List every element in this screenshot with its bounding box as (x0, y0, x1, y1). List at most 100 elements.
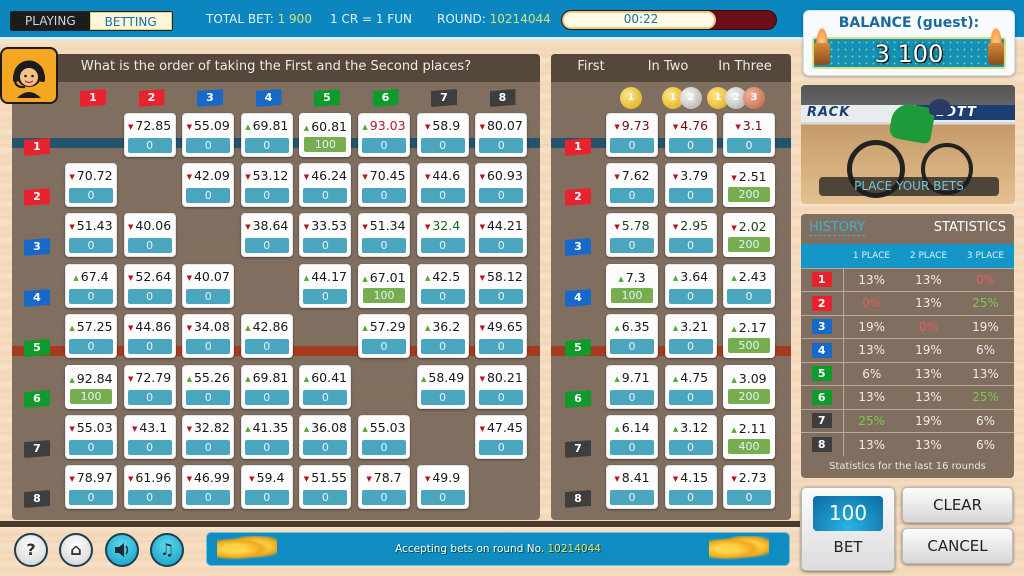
exacta-cell-3-7[interactable]: ▼ 32.4 0 (416, 213, 469, 257)
exacta-cell-8-5[interactable]: ▼ 51.55 0 (299, 465, 352, 509)
cancel-button[interactable]: CANCEL (902, 528, 1013, 564)
place-cell-2-3[interactable]: ▼ 2.51 200 (723, 163, 775, 207)
place-cell-2-2[interactable]: ▼ 3.79 0 (664, 163, 717, 207)
tab-statistics[interactable]: STATISTICS (934, 220, 1006, 235)
place-cell-2-1[interactable]: ▼ 7.62 0 (606, 163, 658, 207)
exacta-cell-2-7[interactable]: ▼ 44.6 0 (416, 163, 469, 207)
exacta-cell-1-4[interactable]: ▲ 69.81 0 (240, 113, 293, 157)
place-cell-3-2[interactable]: ▼ 2.95 0 (664, 213, 717, 257)
exacta-cell-8-2[interactable]: ▼ 61.96 0 (123, 465, 176, 509)
exacta-cell-1-2[interactable]: ▼ 72.85 0 (123, 113, 176, 157)
exacta-cell-6-2[interactable]: ▼ 72.79 0 (123, 365, 176, 409)
exacta-cell-3-4[interactable]: ▼ 38.64 0 (240, 213, 293, 257)
place-cell-6-3[interactable]: ▲ 3.09 200 (723, 365, 775, 409)
mode-switch[interactable]: PLAYING BETTING (10, 11, 173, 31)
place-cell-1-3[interactable]: ▼ 3.1 0 (723, 113, 775, 157)
exacta-cell-4-7[interactable]: ▲ 42.5 0 (416, 264, 469, 308)
exacta-cell-8-4[interactable]: ▼ 59.4 0 (240, 465, 293, 509)
home-button[interactable]: ⌂ (59, 533, 93, 567)
exacta-cell-8-3[interactable]: ▼ 46.99 0 (182, 465, 235, 509)
exacta-cell-5-6[interactable]: ▲ 57.29 0 (358, 314, 410, 358)
exacta-cell-6-8[interactable]: ▼ 80.21 0 (475, 365, 528, 409)
exacta-cell-7-3[interactable]: ▼ 32.82 0 (182, 415, 235, 459)
place-cell-4-3[interactable]: ▲ 2.43 0 (723, 264, 775, 308)
exacta-cell-1-7[interactable]: ▼ 58.9 0 (416, 113, 469, 157)
place-cell-8-3[interactable]: ▼ 2.73 0 (723, 465, 775, 509)
exacta-cell-4-6[interactable]: ▲ 67.01 100 (358, 264, 410, 308)
stake-amount: 0 (127, 440, 172, 455)
place-cell-4-2[interactable]: ▲ 3.64 0 (664, 264, 717, 308)
place-cell-5-3[interactable]: ▲ 2.17 500 (723, 314, 775, 358)
exacta-cell-2-4[interactable]: ▼ 53.12 0 (240, 163, 293, 207)
odds-number: 2.02 (738, 219, 767, 234)
exacta-cell-6-7[interactable]: ▲ 58.49 0 (416, 365, 469, 409)
exacta-cell-5-7[interactable]: ▲ 36.2 0 (416, 314, 469, 358)
stake-amount: 0 (727, 490, 771, 505)
exacta-cell-4-2[interactable]: ▼ 52.64 0 (123, 264, 176, 308)
exacta-cell-7-2[interactable]: ▼ 43.1 0 (123, 415, 176, 459)
exacta-cell-5-8[interactable]: ▼ 49.65 0 (475, 314, 528, 358)
trend-down-icon: ▼ (366, 474, 372, 483)
place-cell-5-2[interactable]: ▲ 3.21 0 (664, 314, 717, 358)
place-cell-3-3[interactable]: ▼ 2.02 200 (723, 213, 775, 257)
exacta-cell-3-6[interactable]: ▼ 51.34 0 (358, 213, 410, 257)
mode-betting[interactable]: BETTING (89, 12, 172, 30)
music-button[interactable]: ♫ (150, 533, 184, 567)
exacta-cell-3-5[interactable]: ▼ 33.53 0 (299, 213, 352, 257)
exacta-cell-3-8[interactable]: ▼ 44.21 0 (475, 213, 528, 257)
exacta-cell-7-6[interactable]: ▲ 55.03 0 (358, 415, 410, 459)
exacta-cell-5-1[interactable]: ▲ 57.25 0 (65, 314, 117, 358)
support-avatar-icon[interactable] (0, 47, 58, 104)
clear-button[interactable]: CLEAR (902, 487, 1013, 523)
exacta-cell-4-5[interactable]: ▲ 44.17 0 (299, 264, 352, 308)
tab-history[interactable]: HISTORY (809, 220, 866, 236)
exacta-cell-1-5[interactable]: ▲ 60.81 100 (299, 113, 352, 157)
exacta-cell-5-2[interactable]: ▼ 44.86 0 (123, 314, 176, 358)
mode-playing[interactable]: PLAYING (11, 12, 90, 30)
place-cell-7-3[interactable]: ▲ 2.11 400 (723, 415, 775, 459)
stake-amount: 0 (479, 440, 524, 455)
place-cell-3-1[interactable]: ▼ 5.78 0 (606, 213, 658, 257)
exacta-cell-4-3[interactable]: ▼ 40.07 0 (182, 264, 235, 308)
place-cell-7-2[interactable]: ▲ 3.12 0 (664, 415, 717, 459)
exacta-cell-8-7[interactable]: ▼ 49.9 0 (416, 465, 469, 509)
exacta-cell-6-4[interactable]: ▲ 69.81 0 (240, 365, 293, 409)
sound-button[interactable] (105, 533, 139, 567)
place-cell-4-1[interactable]: ▲ 7.3 100 (606, 264, 658, 308)
exacta-cell-5-3[interactable]: ▼ 34.08 0 (182, 314, 235, 358)
exacta-cell-4-1[interactable]: ▲ 67.4 0 (65, 264, 117, 308)
exacta-cell-7-5[interactable]: ▲ 36.08 0 (299, 415, 352, 459)
exacta-cell-5-4[interactable]: ▲ 42.86 0 (240, 314, 293, 358)
bet-amount[interactable]: 100 (813, 496, 883, 531)
exacta-cell-6-1[interactable]: ▲ 92.84 100 (65, 365, 117, 409)
exacta-cell-7-1[interactable]: ▼ 55.03 0 (65, 415, 117, 459)
exacta-cell-3-2[interactable]: ▼ 40.06 0 (123, 213, 176, 257)
place-cell-8-1[interactable]: ▼ 8.41 0 (606, 465, 658, 509)
bet-button[interactable]: 100 BET (801, 487, 895, 571)
exacta-cell-8-6[interactable]: ▼ 78.7 0 (358, 465, 410, 509)
exacta-cell-2-8[interactable]: ▼ 60.93 0 (475, 163, 528, 207)
place-cell-8-2[interactable]: ▼ 4.15 0 (664, 465, 717, 509)
exacta-cell-3-1[interactable]: ▼ 51.43 0 (65, 213, 117, 257)
exacta-cell-2-1[interactable]: ▼ 70.72 0 (65, 163, 117, 207)
stake-amount: 0 (244, 238, 289, 253)
exacta-cell-1-6[interactable]: ▲ 93.03 0 (358, 113, 410, 157)
place-cell-7-1[interactable]: ▲ 6.14 0 (606, 415, 658, 459)
exacta-cell-8-1[interactable]: ▼ 78.97 0 (65, 465, 117, 509)
exacta-cell-2-5[interactable]: ▼ 46.24 0 (299, 163, 352, 207)
exacta-cell-6-5[interactable]: ▲ 60.41 0 (299, 365, 352, 409)
place-cell-6-2[interactable]: ▲ 4.75 0 (664, 365, 717, 409)
exacta-cell-7-4[interactable]: ▲ 41.35 0 (240, 415, 293, 459)
exacta-cell-1-8[interactable]: ▼ 80.07 0 (475, 113, 528, 157)
place-cell-1-2[interactable]: ▼ 4.76 0 (664, 113, 717, 157)
place-cell-1-1[interactable]: ▼ 9.73 0 (606, 113, 658, 157)
exacta-cell-1-3[interactable]: ▼ 55.09 0 (182, 113, 235, 157)
exacta-cell-2-6[interactable]: ▼ 70.45 0 (358, 163, 410, 207)
place-cell-5-1[interactable]: ▲ 6.35 0 (606, 314, 658, 358)
help-button[interactable]: ? (14, 533, 48, 567)
exacta-cell-4-8[interactable]: ▼ 58.12 0 (475, 264, 528, 308)
exacta-cell-7-8[interactable]: ▼ 47.45 0 (475, 415, 528, 459)
place-cell-6-1[interactable]: ▲ 9.71 0 (606, 365, 658, 409)
exacta-cell-2-3[interactable]: ▼ 42.09 0 (182, 163, 235, 207)
exacta-cell-6-3[interactable]: ▲ 55.26 0 (182, 365, 235, 409)
